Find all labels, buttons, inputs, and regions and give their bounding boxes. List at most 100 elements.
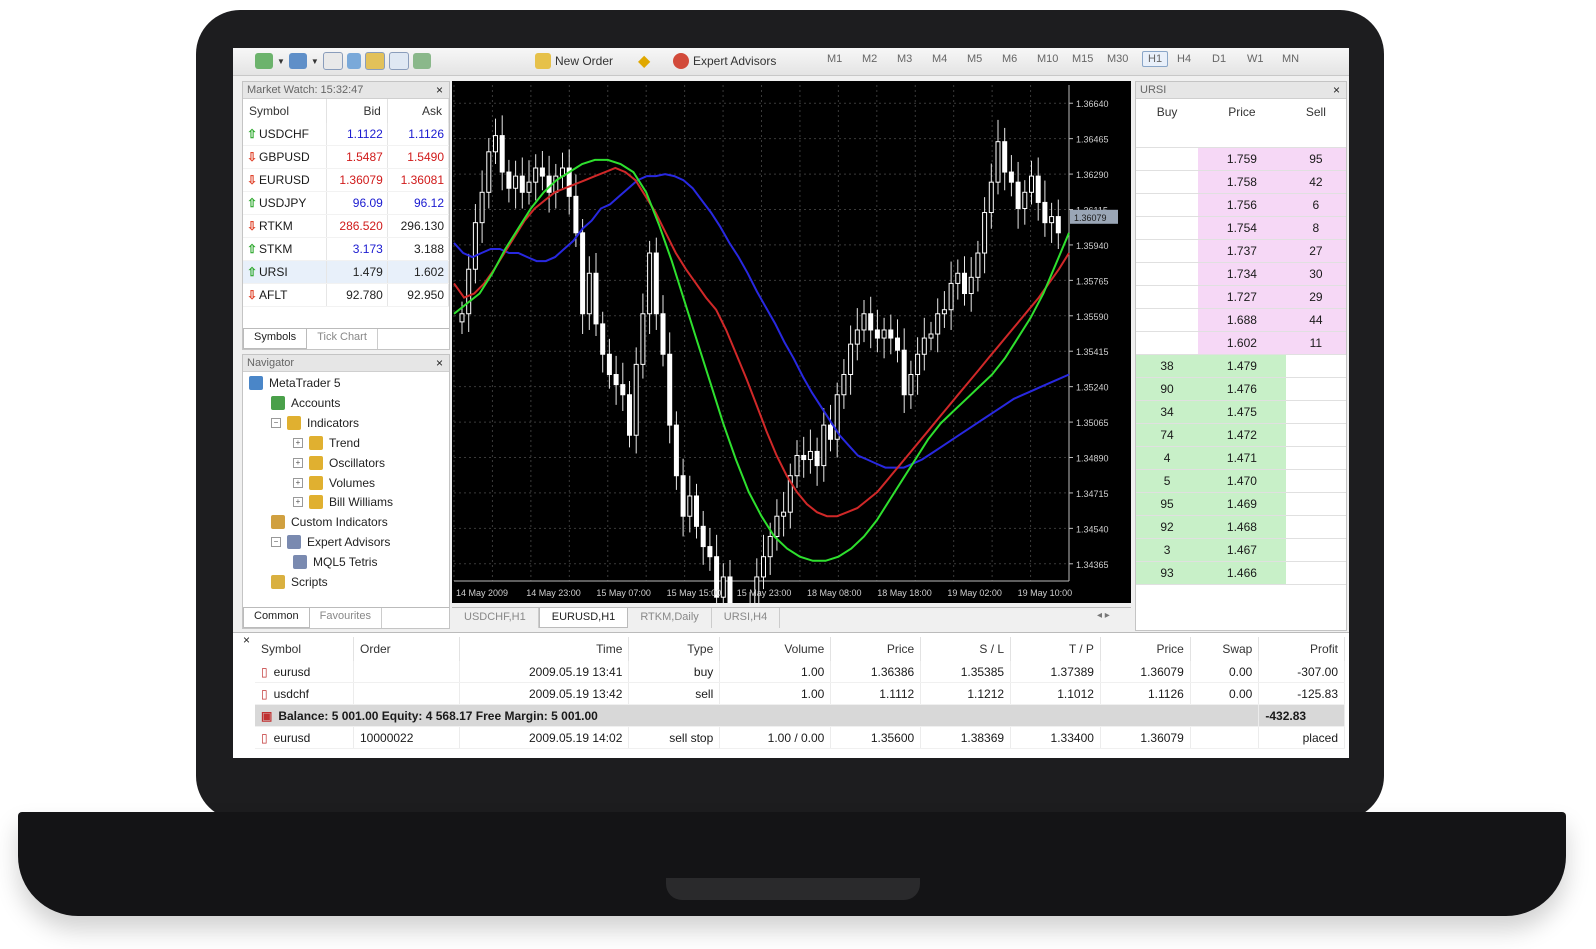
market-watch-row[interactable]: ⇩ GBPUSD 1.5487 1.5490 <box>243 145 450 169</box>
column-header[interactable]: Ask <box>387 99 450 123</box>
profiles-icon[interactable] <box>288 53 307 69</box>
dom-buy-row[interactable]: 74 1.472 <box>1136 423 1346 447</box>
navigator-item-trend[interactable]: + Trend <box>293 433 360 453</box>
close-icon[interactable]: × <box>243 633 250 647</box>
timeframe-w1[interactable]: W1 <box>1247 53 1264 65</box>
trade-column-header[interactable]: Profit <box>1258 637 1345 661</box>
position-row[interactable]: ▯ eurusd 2009.05.19 13:41 buy 1.00 1.36386 1.3… <box>255 661 1345 683</box>
trade-column-header[interactable]: Type <box>628 637 721 661</box>
dom-buy-row[interactable]: 92 1.468 <box>1136 515 1346 539</box>
trade-column-header[interactable]: Swap <box>1190 637 1260 661</box>
price-chart[interactable]: 1.366401.364651.362901.361151.359401.357… <box>452 81 1131 673</box>
chart-area[interactable]: 1.366401.364651.362901.361151.359401.357… <box>452 81 1131 673</box>
chart-tab-usdchf-h1[interactable]: USDCHF,H1 <box>452 608 539 628</box>
dropdown-arrow-icon[interactable]: ▼ <box>311 57 319 66</box>
market-watch-row[interactable]: ⇩ EURUSD 1.36079 1.36081 <box>243 168 450 192</box>
timeframe-m4[interactable]: M4 <box>932 53 947 65</box>
timeframe-h1[interactable]: H1 <box>1142 51 1169 67</box>
timeframe-m5[interactable]: M5 <box>967 53 982 65</box>
trade-column-header[interactable]: Symbol <box>255 637 354 661</box>
navigator-item-volumes[interactable]: + Volumes <box>293 473 375 493</box>
dom-sell-row[interactable]: 1.758 42 <box>1136 170 1346 194</box>
tab-common[interactable]: Common <box>243 608 310 628</box>
market-watch-row[interactable]: ⇧ USDCHF 1.1122 1.1126 <box>243 123 450 146</box>
close-icon[interactable]: × <box>1333 82 1340 98</box>
timeframe-d1[interactable]: D1 <box>1212 53 1226 65</box>
dom-sell-row[interactable]: 1.688 44 <box>1136 308 1346 332</box>
market-watch-toggle-icon[interactable] <box>322 52 343 70</box>
trade-column-header[interactable]: Volume <box>719 637 832 661</box>
terminal-toggle-icon[interactable] <box>388 52 409 70</box>
dom-sell-row[interactable]: 1.727 29 <box>1136 285 1346 309</box>
dom-sell-row[interactable]: 1.737 27 <box>1136 239 1346 263</box>
collapse-icon[interactable]: − <box>271 537 281 548</box>
timeframe-m15[interactable]: M15 <box>1072 53 1093 65</box>
navigator-item-mql5-tetris[interactable]: MQL5 Tetris <box>293 552 377 572</box>
timeframe-m1[interactable]: M1 <box>827 53 842 65</box>
market-watch-row[interactable]: ⇩ RTKM 286.520 296.130 <box>243 214 450 238</box>
timeframe-m3[interactable]: M3 <box>897 53 912 65</box>
dom-buy-row[interactable]: 3 1.467 <box>1136 538 1346 562</box>
trade-column-header[interactable]: Price <box>830 637 922 661</box>
market-watch-row[interactable]: ⇧ STKM 3.173 3.188 <box>243 237 450 261</box>
chart-tabs-scroll[interactable]: ◂ ▸ <box>1097 610 1110 621</box>
chart-tab-ursi-h4[interactable]: URSI,H4 <box>712 608 781 628</box>
market-watch-row[interactable]: ⇧ URSI 1.479 1.602 <box>243 260 450 284</box>
dom-buy-row[interactable]: 38 1.479 <box>1136 354 1346 378</box>
navigator-item-indicators[interactable]: − Indicators <box>271 413 359 433</box>
expand-icon[interactable]: + <box>293 437 303 448</box>
navigator-item-metatrader-5[interactable]: MetaTrader 5 <box>249 373 341 393</box>
market-watch-row[interactable]: ⇧ USDJPY 96.09 96.12 <box>243 191 450 215</box>
close-icon[interactable]: × <box>436 82 443 98</box>
chart-tab-rtkm-daily[interactable]: RTKM,Daily <box>628 608 712 628</box>
new-chart-icon[interactable] <box>255 53 273 69</box>
timeframe-m6[interactable]: M6 <box>1002 53 1017 65</box>
tab-favourites[interactable]: Favourites <box>310 608 382 628</box>
dom-buy-row[interactable]: 34 1.475 <box>1136 400 1346 424</box>
trade-column-header[interactable]: S / L <box>920 637 1012 661</box>
column-header[interactable]: Bid <box>326 99 388 123</box>
navigator-item-custom-indicators[interactable]: Custom Indicators <box>271 512 388 532</box>
close-icon[interactable]: × <box>436 355 443 371</box>
market-watch-row[interactable]: ⇩ AFLT 92.780 92.950 <box>243 283 450 307</box>
timeframe-m10[interactable]: M10 <box>1037 53 1058 65</box>
expert-advisors-button[interactable]: Expert Advisors <box>673 51 776 71</box>
column-header[interactable]: Symbol <box>243 99 327 123</box>
trade-column-header[interactable]: Time <box>459 637 630 661</box>
navigator-item-oscillators[interactable]: + Oscillators <box>293 453 385 473</box>
navigator-item-bill-williams[interactable]: + Bill Williams <box>293 492 393 512</box>
strategy-tester-icon[interactable] <box>412 53 431 69</box>
collapse-icon[interactable]: − <box>271 417 281 428</box>
tab-tick-chart[interactable]: Tick Chart <box>307 329 378 349</box>
dom-sell-row[interactable]: 1.759 95 <box>1136 147 1346 171</box>
trade-column-header[interactable]: Order <box>353 637 460 661</box>
new-order-button[interactable]: New Order <box>535 51 613 71</box>
dom-buy-row[interactable]: 95 1.469 <box>1136 492 1346 516</box>
chart-tab-eurusd-h1[interactable]: EURUSD,H1 <box>538 608 629 628</box>
tab-symbols[interactable]: Symbols <box>243 329 308 349</box>
dom-buy-row[interactable]: 93 1.466 <box>1136 561 1346 585</box>
dom-sell-row[interactable]: 1.756 6 <box>1136 193 1346 217</box>
dom-sell-row[interactable]: 1.734 30 <box>1136 262 1346 286</box>
position-row[interactable]: ▯ usdchf 2009.05.19 13:42 sell 1.00 1.1112 1.1… <box>255 682 1345 705</box>
navigator-toggle-icon[interactable] <box>364 52 385 70</box>
navigator-item-expert-advisors[interactable]: − Expert Advisors <box>271 532 390 552</box>
expand-icon[interactable]: + <box>293 477 303 488</box>
navigator-item-scripts[interactable]: Scripts <box>271 572 328 592</box>
dropdown-arrow-icon[interactable]: ▼ <box>277 57 285 66</box>
data-window-icon[interactable] <box>346 53 361 69</box>
trade-column-header[interactable]: Price <box>1100 637 1191 661</box>
timeframe-mn[interactable]: MN <box>1282 53 1299 65</box>
timeframe-h4[interactable]: H4 <box>1177 53 1191 65</box>
dom-buy-row[interactable]: 90 1.476 <box>1136 377 1346 401</box>
timeframe-m30[interactable]: M30 <box>1107 53 1128 65</box>
dom-buy-row[interactable]: 5 1.470 <box>1136 469 1346 493</box>
trade-column-header[interactable]: T / P <box>1010 637 1101 661</box>
dom-sell-row[interactable]: 1.754 8 <box>1136 216 1346 240</box>
expand-icon[interactable]: + <box>293 457 303 468</box>
dom-sell-row[interactable]: 1.602 11 <box>1136 331 1346 355</box>
meta-editor-button[interactable]: ◆ <box>638 51 650 71</box>
pending-order-row[interactable]: ▯ eurusd 10000022 2009.05.19 14:02 sell stop… <box>255 726 1345 749</box>
navigator-item-accounts[interactable]: Accounts <box>271 393 340 413</box>
expand-icon[interactable]: + <box>293 497 303 508</box>
